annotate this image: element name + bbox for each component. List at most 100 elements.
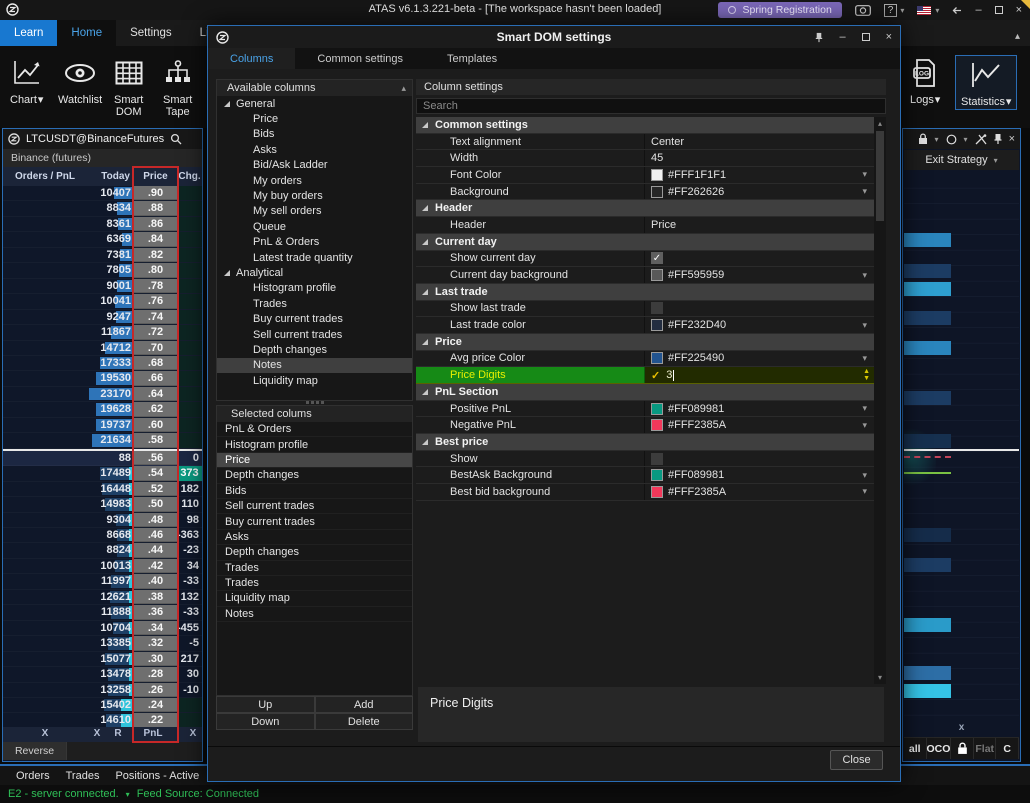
tree-item-trades[interactable]: Trades (217, 296, 412, 311)
reverse-button[interactable]: Reverse (3, 742, 67, 760)
cell-price[interactable]: .70 (134, 341, 177, 355)
exit-strategy-dropdown[interactable]: Exit Strategy ▾ (904, 150, 1019, 170)
setting-value-current-day-background[interactable]: #FF595959▾ (645, 267, 874, 283)
cell-today-volume[interactable]: 8824 (87, 543, 134, 557)
toolbar-item-smart-dom[interactable]: Smart DOM (114, 55, 143, 118)
cell-chg[interactable]: -23 (177, 543, 202, 557)
tree-group-general[interactable]: General (217, 96, 412, 111)
cell-today-volume[interactable]: 88 (87, 451, 134, 465)
cell-today-volume[interactable]: 8834 (87, 201, 134, 215)
cell-orders-pnl[interactable] (3, 683, 87, 697)
cell-chg[interactable] (177, 325, 202, 339)
bottom-tab-positions-active[interactable]: Positions - Active (107, 770, 207, 782)
dom-row-price-30[interactable]: 15077.30217 (3, 652, 202, 667)
footer-x-button[interactable]: X (34, 728, 56, 739)
cell-chg[interactable]: 217 (177, 652, 202, 666)
toolbar-item-chart[interactable]: Chart ▾ (10, 55, 43, 106)
minimize-to-tray-icon[interactable] (952, 6, 962, 15)
dom-row-price-76[interactable]: 10041.76 (3, 294, 202, 309)
lock-icon[interactable] (918, 133, 928, 145)
dom-row-price-78[interactable]: 9001.78 (3, 279, 202, 294)
cell-orders-pnl[interactable] (3, 387, 87, 401)
cell-price[interactable]: .54 (134, 466, 177, 480)
settings-section-common-settings[interactable]: Common settings (416, 117, 874, 134)
tree-item-price[interactable]: Price (217, 111, 412, 126)
ribbon-tab-learn[interactable]: Learn (0, 20, 57, 46)
cell-chg[interactable]: 0 (177, 451, 202, 465)
ribbon-tab-settings[interactable]: Settings (116, 20, 186, 46)
tree-item-buy-current-trades[interactable]: Buy current trades (217, 311, 412, 326)
cell-today-volume[interactable]: 6369 (87, 232, 134, 246)
cell-orders-pnl[interactable] (3, 543, 87, 557)
cell-orders-pnl[interactable] (3, 232, 87, 246)
cell-chg[interactable]: -455 (177, 621, 202, 635)
pin-icon[interactable] (994, 133, 1002, 145)
selected-item-histogram-profile[interactable]: Histogram profile (217, 437, 412, 452)
cell-price[interactable]: .40 (134, 574, 177, 588)
cell-today-volume[interactable]: 19530 (87, 371, 134, 385)
chevron-down-icon[interactable]: ▾ (862, 169, 867, 180)
settings-scrollbar[interactable]: ▴ ▾ (874, 117, 886, 684)
cell-orders-pnl[interactable] (3, 186, 87, 200)
settings-section-pnl-section[interactable]: PnL Section (416, 384, 874, 401)
cell-price[interactable]: .86 (134, 217, 177, 231)
cell-orders-pnl[interactable] (3, 201, 87, 215)
cell-today-volume[interactable]: 23170 (87, 387, 134, 401)
cell-chg[interactable] (177, 201, 202, 215)
setting-value-show-current-day[interactable]: ✓ (645, 251, 874, 267)
cell-price[interactable]: .22 (134, 713, 177, 727)
cell-today-volume[interactable]: 21634 (87, 433, 134, 447)
settings-section-header[interactable]: Header (416, 200, 874, 217)
cell-today-volume[interactable]: 7381 (87, 248, 134, 262)
checkbox-unchecked[interactable] (651, 302, 663, 314)
search-input[interactable] (416, 98, 886, 114)
help-menu-button[interactable]: ? ▾ (884, 4, 905, 16)
dialog-tab-columns[interactable]: Columns (208, 48, 295, 69)
toolbar-item-statistics[interactable]: Statistics ▾ (955, 55, 1017, 110)
language-menu-button[interactable]: ▾ (917, 6, 939, 15)
cell-price[interactable]: .60 (134, 418, 177, 432)
cell-orders-pnl[interactable] (3, 341, 87, 355)
cell-chg[interactable] (177, 310, 202, 324)
dom-row-price-86[interactable]: 8361.86 (3, 217, 202, 232)
cell-price[interactable]: .72 (134, 325, 177, 339)
setting-value-bestask-background[interactable]: #FF089981▾ (645, 467, 874, 483)
cell-price[interactable]: .24 (134, 698, 177, 712)
cell-today-volume[interactable]: 7805 (87, 263, 134, 277)
cell-today-volume[interactable]: 8668 (87, 528, 134, 542)
cell-today-volume[interactable]: 13258 (87, 683, 134, 697)
cell-price[interactable]: .38 (134, 590, 177, 604)
close-button[interactable]: Close (830, 750, 883, 770)
setting-value-avg-price-color[interactable]: #FF225490▾ (645, 351, 874, 367)
scroll-down-icon[interactable]: ▾ (874, 673, 886, 682)
cell-orders-pnl[interactable] (3, 217, 87, 231)
chevron-down-icon[interactable]: ▾ (935, 135, 939, 144)
minimize-icon[interactable]: – (839, 31, 845, 43)
selected-item-liquidity-map[interactable]: Liquidity map (217, 591, 412, 606)
setting-value-negative-pnl[interactable]: #FFF2385A▾ (645, 417, 874, 433)
cell-today-volume[interactable]: 19737 (87, 418, 134, 432)
selected-item-depth-changes[interactable]: Depth changes (217, 468, 412, 483)
dom-row-price-80[interactable]: 7805.80 (3, 263, 202, 278)
bottom-tab-trades[interactable]: Trades (58, 770, 108, 782)
cell-orders-pnl[interactable] (3, 451, 87, 465)
chevron-down-icon[interactable]: ▾ (862, 270, 867, 281)
cell-chg[interactable]: 98 (177, 513, 202, 527)
chevron-down-icon[interactable]: ▾ (126, 790, 130, 799)
dom-panel-header[interactable]: LTCUSDT@BinanceFutures (3, 129, 202, 149)
cell-price[interactable]: .52 (134, 482, 177, 496)
cell-price[interactable]: .78 (134, 279, 177, 293)
cell-today-volume[interactable]: 12621 (87, 590, 134, 604)
cell-orders-pnl[interactable] (3, 482, 87, 496)
cell-chg[interactable] (177, 279, 202, 293)
right-footer-x-label[interactable]: x (903, 722, 1020, 733)
cell-today-volume[interactable]: 8361 (87, 217, 134, 231)
price-digits-value[interactable]: 3 (666, 369, 672, 381)
dom-row-price-72[interactable]: 11867.72 (3, 325, 202, 340)
dom-row-price-26[interactable]: 13258.26-10 (3, 683, 202, 698)
cell-orders-pnl[interactable] (3, 667, 87, 681)
dom-row-price-68[interactable]: 17333.68 (3, 356, 202, 371)
dom-row-price-88[interactable]: 8834.88 (3, 201, 202, 216)
cell-chg[interactable] (177, 713, 202, 727)
maximize-icon[interactable] (862, 33, 870, 41)
